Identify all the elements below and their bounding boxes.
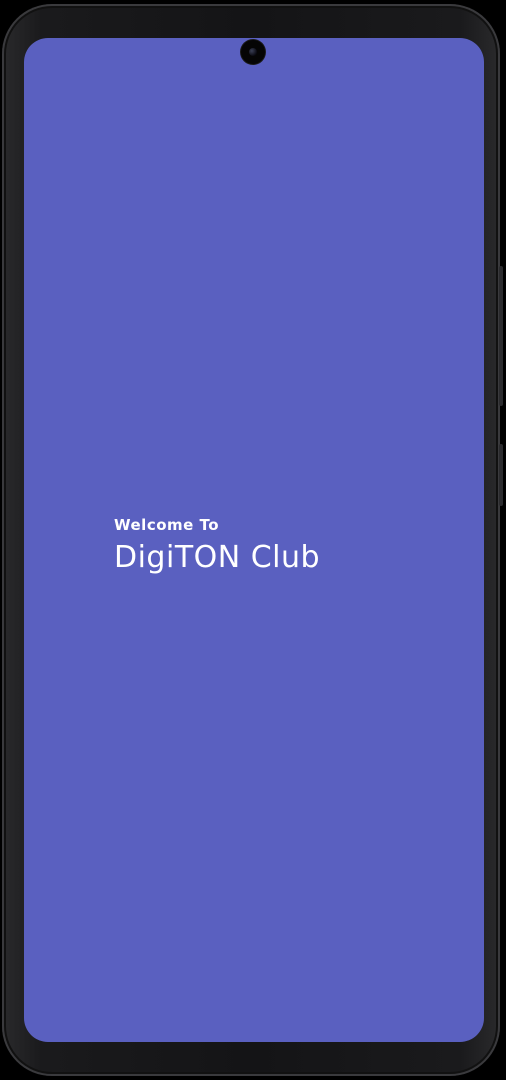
camera-icon (241, 40, 265, 64)
splash-screen: Welcome To DigiTON Club (24, 38, 484, 1042)
app-title: DigiTON Club (114, 540, 321, 575)
welcome-block: Welcome To DigiTON Club (114, 516, 414, 576)
volume-button (499, 266, 503, 406)
power-button (499, 444, 503, 506)
phone-frame: Welcome To DigiTON Club (2, 4, 503, 1076)
welcome-text: Welcome To (114, 516, 220, 534)
